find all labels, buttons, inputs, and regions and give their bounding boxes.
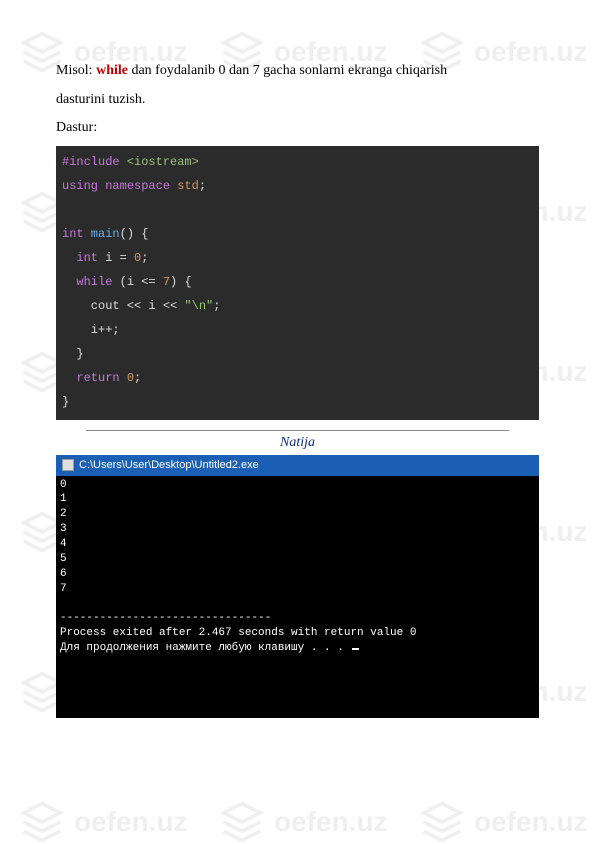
code-line: int i = 0; [62, 246, 533, 270]
console-icon [62, 459, 74, 471]
cursor-icon [352, 648, 359, 650]
code-block: #include <iostream> using namespace std;… [56, 146, 539, 420]
console-window: C:\Users\User\Desktop\Untitled2.exe 0 1 … [56, 455, 539, 718]
code-line: cout << i << "\n"; [62, 294, 533, 318]
console-separator: -------------------------------- [60, 612, 271, 624]
dastur-label: Dastur: [56, 115, 539, 142]
intro-line-2: dasturini tuzish. [56, 87, 539, 114]
stack-icon [420, 800, 464, 844]
code-line: while (i <= 7) { [62, 270, 533, 294]
stack-icon [220, 800, 264, 844]
console-body: 0 1 2 3 4 5 6 7 ------------------------… [56, 476, 539, 658]
while-keyword: while [96, 63, 128, 78]
console-output-line: 6 [60, 568, 67, 580]
console-output-line: 1 [60, 493, 67, 505]
watermark-text: oefen.uz [474, 806, 588, 838]
page-content: Misol: while dan foydalanib 0 dan 7 gach… [0, 0, 595, 718]
intro-line-1: Misol: while dan foydalanib 0 dan 7 gach… [56, 58, 539, 85]
console-output-line: 3 [60, 523, 67, 535]
code-line: } [62, 390, 533, 414]
code-line [62, 198, 533, 222]
code-line: i++; [62, 318, 533, 342]
console-process-line: Process exited after 2.467 seconds with … [60, 627, 416, 639]
code-line: using namespace std; [62, 174, 533, 198]
separator [86, 430, 509, 431]
intro-rest: dan foydalanib 0 dan 7 gacha sonlarni ek… [128, 63, 447, 78]
console-title-text: C:\Users\User\Desktop\Untitled2.exe [79, 458, 259, 473]
console-output-line: 2 [60, 508, 67, 520]
console-output-line: 7 [60, 583, 67, 595]
code-line: int main() { [62, 222, 533, 246]
watermark-text: oefen.uz [274, 806, 388, 838]
console-output-line: 5 [60, 553, 67, 565]
stack-icon [20, 800, 64, 844]
result-label: Natija [56, 435, 539, 451]
console-output-line: 4 [60, 538, 67, 550]
code-line: } [62, 342, 533, 366]
intro-prefix: Misol: [56, 63, 96, 78]
code-line: return 0; [62, 366, 533, 390]
watermark-text: oefen.uz [74, 806, 188, 838]
console-output-line: 0 [60, 479, 67, 491]
console-titlebar: C:\Users\User\Desktop\Untitled2.exe [56, 455, 539, 476]
code-line: #include <iostream> [62, 150, 533, 174]
console-press-line: Для продолжения нажмите любую клавишу . … [60, 642, 350, 654]
